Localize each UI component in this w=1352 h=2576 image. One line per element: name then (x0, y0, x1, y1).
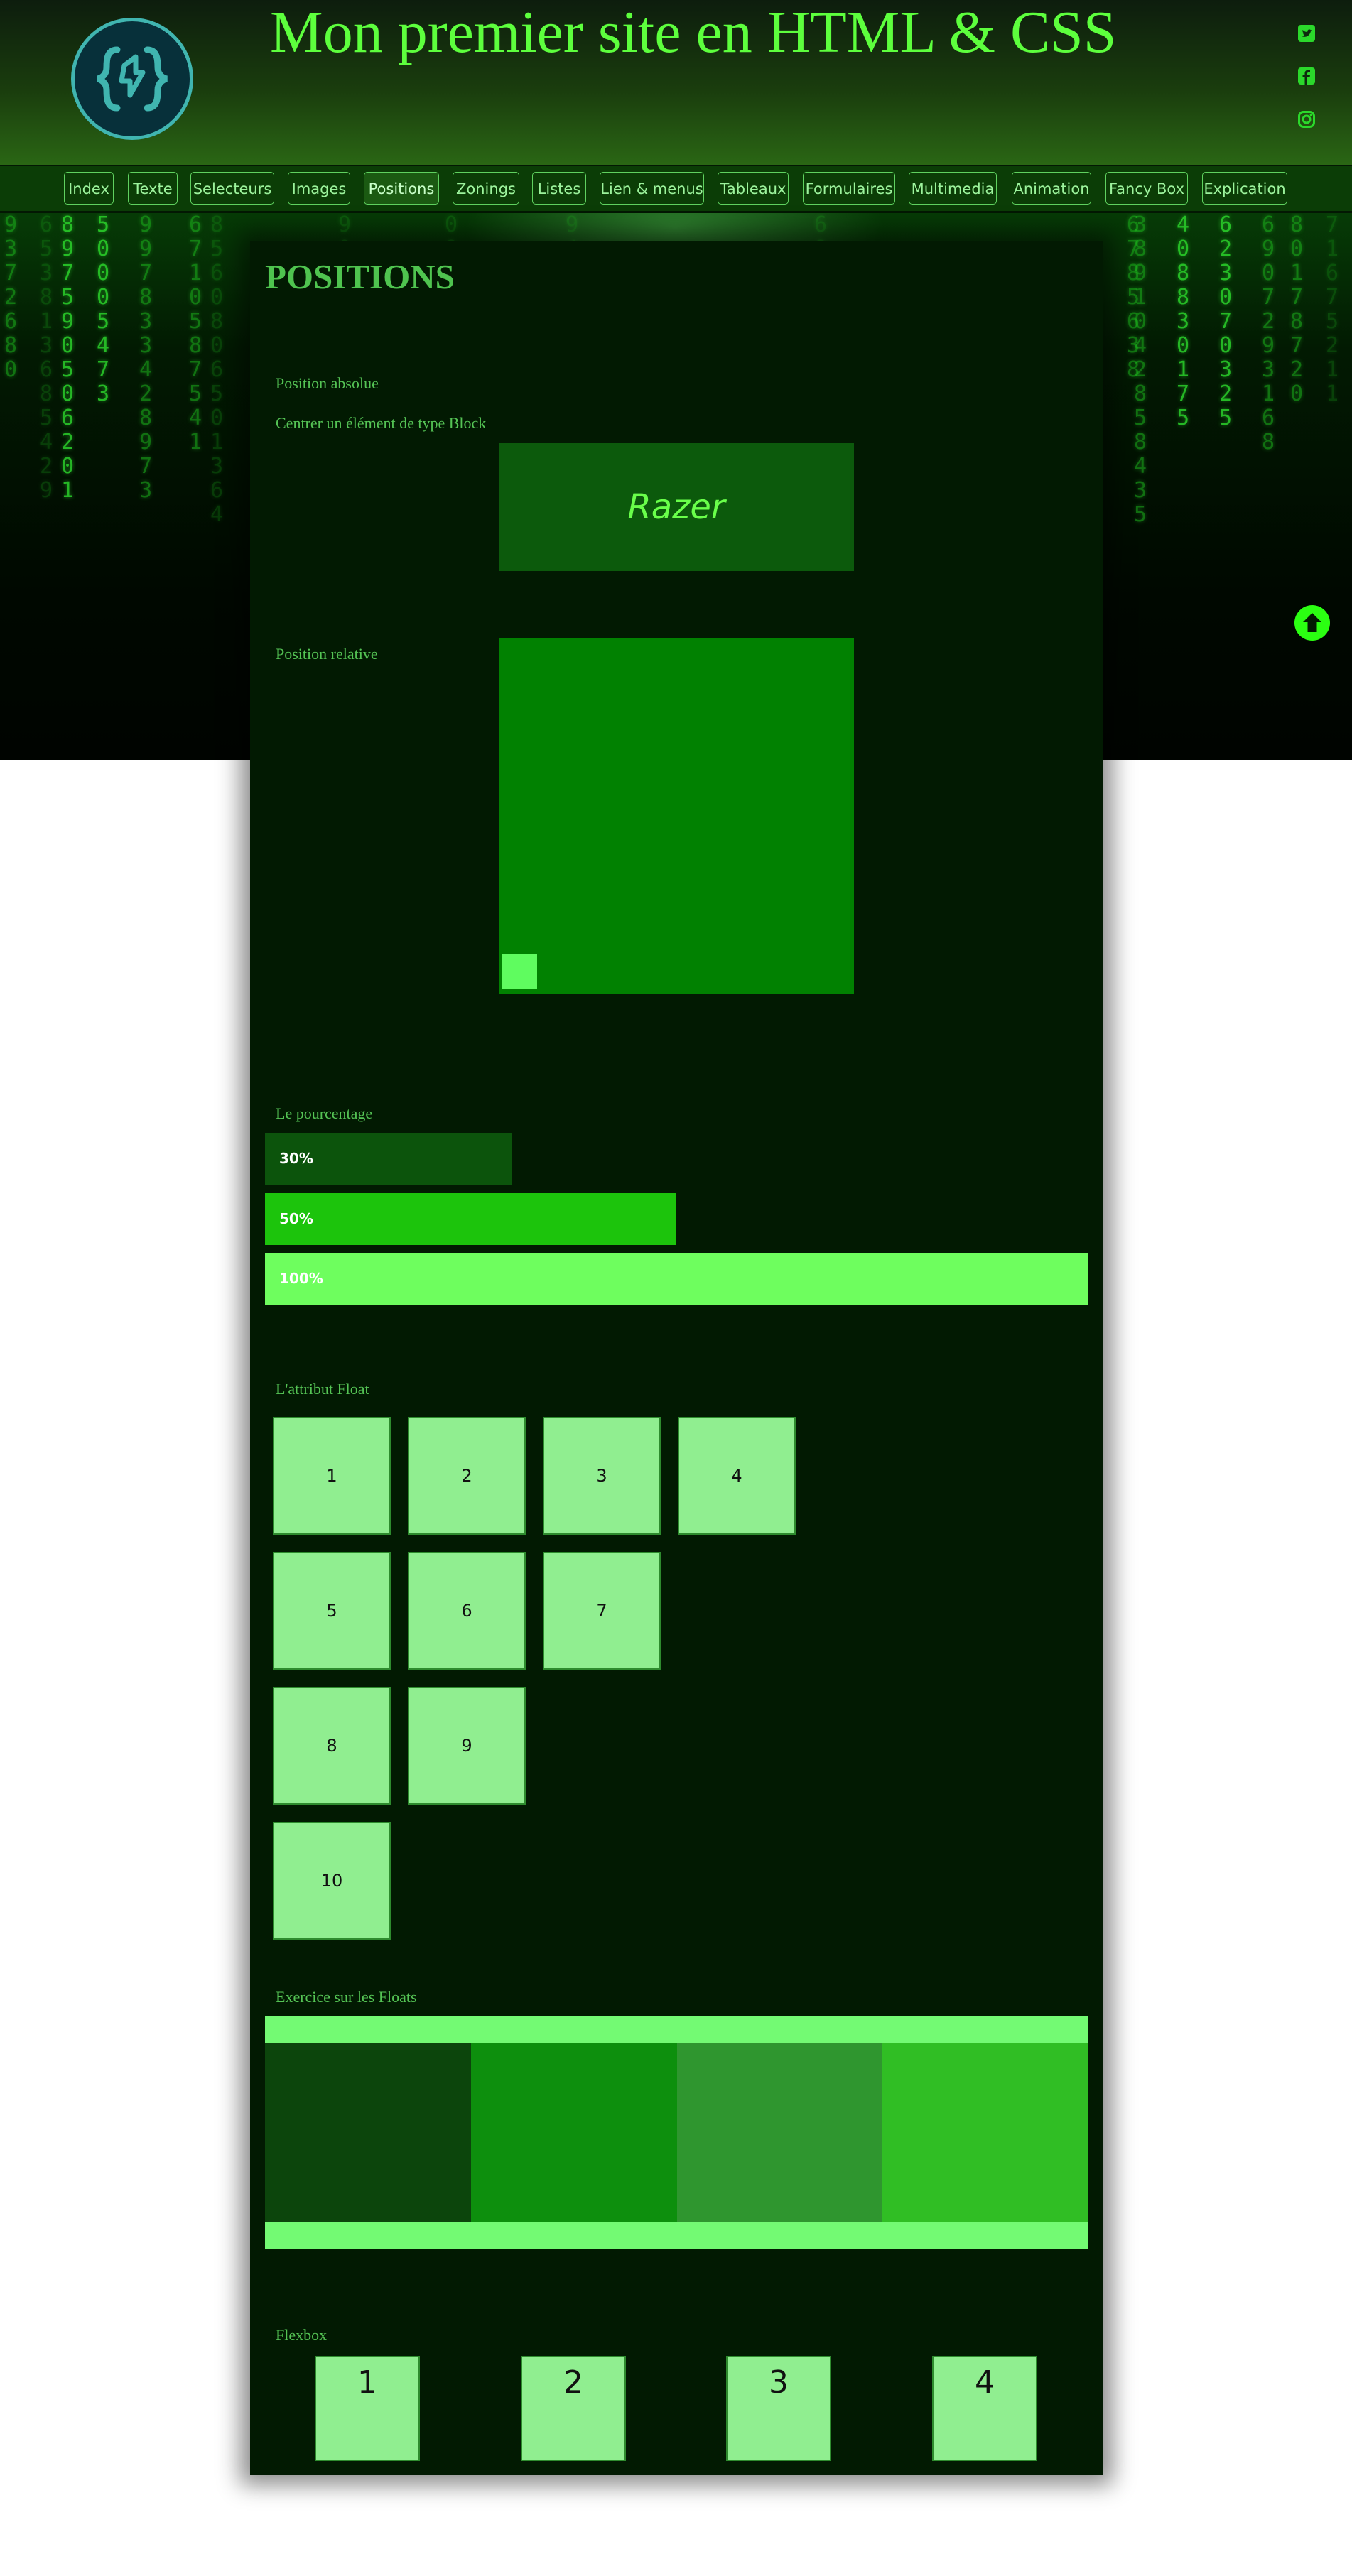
float-exercise-header-band (265, 2016, 1088, 2043)
nav-item-listes[interactable]: Listes (532, 172, 586, 205)
matrix-column: 9 9 7 8 3 3 4 2 8 9 7 3 (139, 213, 166, 503)
float-exercise-column-4 (882, 2043, 1088, 2222)
float-box-6: 6 (408, 1552, 526, 1670)
relative-child-box (502, 954, 537, 989)
flex-box-4: 4 (932, 2356, 1037, 2461)
nav-item-multimedia[interactable]: Multimedia (909, 172, 997, 205)
matrix-column: 3 8 9 1 0 4 2 8 5 8 4 3 5 (1133, 213, 1160, 527)
razer-centered-box: Razer (499, 443, 854, 571)
nav-item-positions[interactable]: Positions (364, 172, 439, 205)
matrix-column: 6 7 1 0 5 8 7 5 4 1 (188, 213, 215, 455)
nav-item-animation[interactable]: Animation (1012, 172, 1091, 205)
matrix-column: 8 9 7 5 9 0 5 0 6 2 0 1 (60, 213, 87, 503)
section-label-float: L'attribut Float (276, 1380, 369, 1398)
matrix-column: 8 5 6 0 8 0 6 5 0 1 3 6 4 (210, 213, 237, 527)
nav-item-index[interactable]: Index (64, 172, 114, 205)
flex-box-3: 3 (726, 2356, 831, 2461)
percentage-bar-50: 50% (265, 1193, 676, 1245)
section-sublabel-centrer-block: Centrer un élément de type Block (276, 414, 487, 432)
site-title: Mon premier site en HTML & CSS (270, 0, 1117, 65)
nav-item-zonings[interactable]: Zonings (453, 172, 519, 205)
matrix-column: 6 9 0 7 2 9 3 1 6 8 (1261, 213, 1288, 455)
float-box-4: 4 (678, 1417, 796, 1535)
nav-item-selecteurs[interactable]: Selecteurs (190, 172, 274, 205)
matrix-column: 4 0 8 8 3 0 1 7 5 (1176, 213, 1203, 430)
main-nav: Index Texte Selecteurs Images Positions … (0, 165, 1352, 213)
percentage-bar-100: 100% (265, 1253, 1088, 1305)
nav-item-formulaires[interactable]: Formulaires (803, 172, 895, 205)
float-box-5: 5 (273, 1552, 391, 1670)
facebook-icon[interactable] (1297, 67, 1316, 85)
code-braces-logo-icon[interactable] (71, 18, 193, 140)
float-box-2: 2 (408, 1417, 526, 1535)
nav-item-explication[interactable]: Explication (1202, 172, 1287, 205)
nav-item-fancy-box[interactable]: Fancy Box (1105, 172, 1188, 205)
instagram-icon[interactable] (1297, 110, 1316, 129)
flex-box-1: 1 (315, 2356, 420, 2461)
nav-item-texte[interactable]: Texte (128, 172, 178, 205)
float-box-3: 3 (543, 1417, 661, 1535)
matrix-column: 6 2 3 0 7 0 3 2 5 (1218, 213, 1245, 430)
section-label-pourcentage: Le pourcentage (276, 1104, 373, 1122)
logo-graphic (96, 46, 168, 112)
float-box-7: 7 (543, 1552, 661, 1670)
float-exercise-column-1 (265, 2043, 471, 2222)
matrix-column: 5 0 0 0 5 4 7 3 (96, 213, 123, 406)
float-box-9: 9 (408, 1687, 526, 1805)
float-box-1: 1 (273, 1417, 391, 1535)
nav-item-images[interactable]: Images (288, 172, 350, 205)
percentage-bar-30: 30% (265, 1133, 512, 1185)
float-exercise-column-3 (677, 2043, 883, 2222)
section-label-float-exercise: Exercice sur les Floats (276, 1988, 417, 2006)
matrix-column: 6 5 3 8 1 3 6 8 5 4 2 9 (39, 213, 66, 503)
nav-item-tableaux[interactable]: Tableaux (718, 172, 789, 205)
flex-box-2: 2 (521, 2356, 626, 2461)
site-header: Mon premier site en HTML & CSS (0, 0, 1352, 165)
twitter-icon[interactable] (1297, 24, 1316, 43)
page-title: POSITIONS (265, 257, 455, 296)
matrix-column: 7 1 6 7 5 2 1 1 (1325, 213, 1352, 406)
float-box-10: 10 (273, 1822, 391, 1940)
section-label-position-relative: Position relative (276, 645, 378, 663)
float-exercise-footer-band (265, 2222, 1088, 2249)
matrix-column: 9 3 7 2 6 8 0 (4, 213, 31, 382)
relative-parent-box (499, 638, 854, 994)
matrix-column: 8 0 1 7 8 7 2 0 (1289, 213, 1316, 406)
float-exercise-column-2 (471, 2043, 677, 2222)
section-label-flexbox: Flexbox (276, 2326, 328, 2344)
arrow-up-circle-icon[interactable] (1294, 604, 1331, 641)
nav-item-lien-menus[interactable]: Lien & menus (600, 172, 704, 205)
section-label-position-absolue: Position absolue (276, 374, 379, 392)
float-box-8: 8 (273, 1687, 391, 1805)
